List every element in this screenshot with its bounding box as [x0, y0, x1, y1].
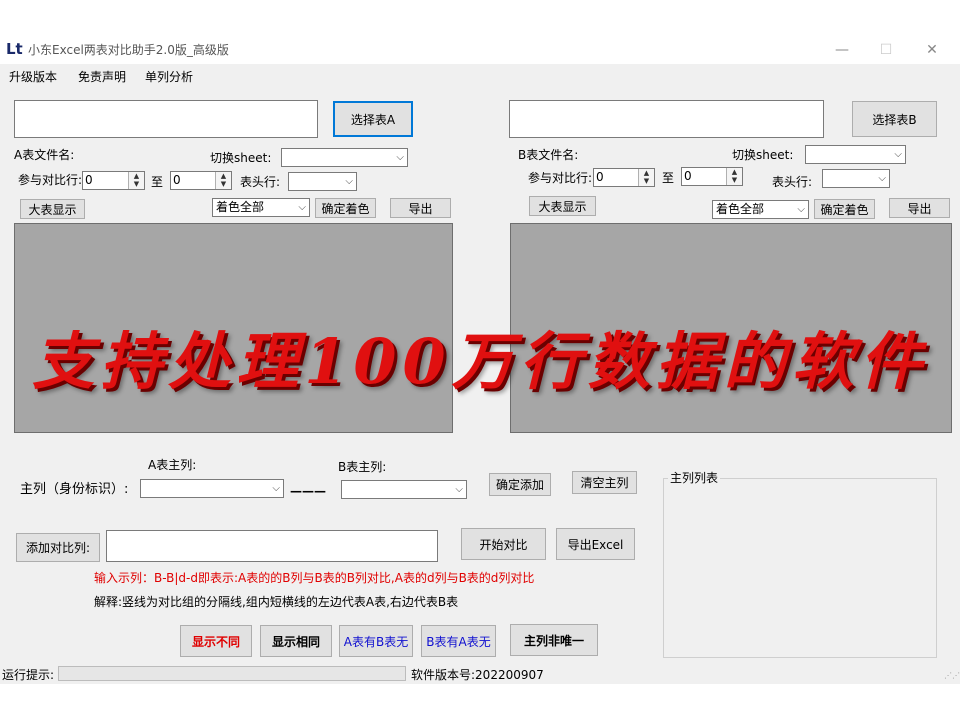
menu-upgrade[interactable]: 升级版本	[9, 69, 57, 85]
chevron-down-icon: ⌵	[298, 202, 306, 213]
app-logo-icon: Lt	[6, 40, 23, 58]
table-a-color-select[interactable]: 着色全部 ⌵	[212, 198, 310, 217]
stepper-arrows-icon[interactable]: ▲ ▼	[726, 168, 742, 185]
table-b-compare-rows-label: 参与对比行:	[528, 171, 593, 185]
chevron-down-icon: ⌵	[345, 176, 353, 187]
stepper-arrows-icon[interactable]: ▲ ▼	[638, 169, 654, 186]
confirm-add-key-button[interactable]: 确定添加	[489, 473, 551, 496]
table-b-row-from-stepper[interactable]: 0 ▲ ▼	[593, 168, 655, 187]
table-a-row-to-stepper[interactable]: 0 ▲ ▼	[170, 171, 232, 190]
table-a-export-button[interactable]: 导出	[390, 198, 451, 218]
close-icon[interactable]: ✕	[912, 38, 952, 62]
add-compare-column-button[interactable]: 添加对比列:	[16, 533, 100, 562]
table-b-header-row-select[interactable]: ⌵	[822, 169, 890, 188]
table-a-compare-rows-label: 参与对比行:	[18, 173, 83, 187]
table-a-header-row-select[interactable]: ⌵	[288, 172, 357, 191]
key-not-unique-button[interactable]: 主列非唯一	[510, 624, 598, 656]
show-different-button[interactable]: 显示不同	[180, 625, 252, 657]
menu-bar	[0, 66, 960, 88]
export-excel-button[interactable]: 导出Excel	[556, 528, 635, 560]
clear-key-button[interactable]: 清空主列	[572, 471, 637, 494]
table-a-apply-color-button[interactable]: 确定着色	[315, 198, 376, 218]
table-a-sheet-select[interactable]: ⌵	[281, 148, 408, 167]
table-a-row-from-stepper[interactable]: 0 ▲ ▼	[82, 171, 145, 190]
table-a-path-field[interactable]	[14, 100, 318, 138]
compare-columns-input[interactable]	[106, 530, 438, 562]
input-example-text: 输入示列：B-B|d-d即表示:A表的的B列与B表的B列对比,A表的d列与B表的…	[94, 571, 535, 585]
table-b-big-view-button[interactable]: 大表显示	[529, 196, 596, 216]
stepper-arrows-icon[interactable]: ▲ ▼	[215, 172, 231, 189]
color-option-value: 着色全部	[216, 200, 265, 214]
show-same-button[interactable]: 显示相同	[260, 625, 332, 657]
key-dash-separator: ———	[290, 484, 326, 498]
run-status-label: 运行提示:	[2, 668, 55, 682]
table-b-export-button[interactable]: 导出	[889, 198, 950, 218]
table-a-filename-label: A表文件名:	[14, 148, 75, 162]
select-table-a-button[interactable]: 选择表A	[333, 101, 413, 137]
table-b-apply-color-button[interactable]: 确定着色	[814, 199, 875, 219]
table-b-sheet-select[interactable]: ⌵	[805, 145, 906, 164]
start-compare-button[interactable]: 开始对比	[461, 528, 546, 560]
table-b-color-select[interactable]: 着色全部 ⌵	[712, 200, 809, 219]
chevron-down-icon: ⌵	[797, 204, 805, 215]
table-a-big-view-button[interactable]: 大表显示	[20, 199, 85, 219]
table-b-switch-sheet-label: 切换sheet:	[732, 148, 794, 162]
minimize-icon[interactable]: —	[822, 38, 862, 62]
version-label: 软件版本号:202200907	[411, 668, 544, 682]
chevron-down-icon: ⌵	[396, 152, 404, 163]
key-column-label: 主列（身份标识）:	[20, 482, 129, 497]
key-column-list-title: 主列列表	[668, 470, 721, 486]
stepper-arrows-icon[interactable]: ▲ ▼	[128, 172, 144, 189]
row-to-value: 0	[684, 169, 692, 183]
table-b-row-to-stepper[interactable]: 0 ▲ ▼	[681, 167, 743, 186]
color-option-value: 着色全部	[716, 202, 765, 216]
chevron-down-icon: ⌵	[894, 149, 902, 160]
resize-grip-icon[interactable]: ⋰⋰	[944, 672, 960, 682]
table-b-filename-label: B表文件名:	[518, 148, 579, 162]
menu-single-column-analysis[interactable]: 单列分析	[145, 69, 193, 85]
row-from-value: 0	[596, 170, 604, 184]
select-table-b-button[interactable]: 选择表B	[852, 101, 937, 137]
window-title: 小东Excel两表对比助手2.0版_高级版	[28, 43, 229, 57]
promo-banner-text: 支持处理100万行数据的软件	[32, 325, 928, 398]
chevron-down-icon: ⌵	[878, 173, 886, 184]
table-a-to-label: 至	[151, 175, 164, 189]
table-b-to-label: 至	[662, 171, 675, 185]
progress-bar	[58, 666, 406, 681]
maximize-icon[interactable]: ☐	[866, 38, 906, 62]
a-key-column-select[interactable]: ⌵	[140, 479, 284, 498]
row-from-value: 0	[85, 173, 93, 187]
a-key-column-label: A表主列:	[148, 458, 197, 472]
b-key-column-select[interactable]: ⌵	[341, 480, 467, 499]
table-a-header-row-label: 表头行:	[240, 175, 281, 189]
key-column-list-box[interactable]	[663, 478, 937, 658]
menu-disclaimer[interactable]: 免责声明	[78, 69, 126, 85]
chevron-down-icon: ⌵	[455, 484, 463, 495]
explanation-text: 解释:竖线为对比组的分隔线,组内短横线的左边代表A表,右边代表B表	[94, 595, 459, 609]
chevron-down-icon: ⌵	[272, 483, 280, 494]
table-a-switch-sheet-label: 切换sheet:	[210, 151, 272, 165]
a-has-b-missing-button[interactable]: A表有B表无	[339, 625, 413, 657]
row-to-value: 0	[173, 173, 181, 187]
table-b-header-row-label: 表头行:	[772, 175, 813, 189]
b-key-column-label: B表主列:	[338, 460, 387, 474]
b-has-a-missing-button[interactable]: B表有A表无	[421, 625, 496, 657]
table-b-path-field[interactable]	[509, 100, 824, 138]
